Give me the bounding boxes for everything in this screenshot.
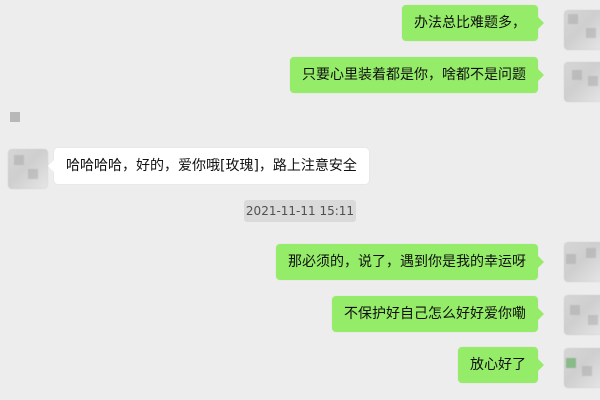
timestamp: 2021-11-11 15:11 xyxy=(244,200,356,222)
avatar[interactable] xyxy=(564,10,600,50)
avatar[interactable] xyxy=(564,62,600,102)
avatar[interactable] xyxy=(8,149,48,189)
message-text: 只要心里装着都是你，啥都不是问题 xyxy=(302,67,526,83)
message-bubble-outgoing: 只要心里装着都是你，啥都不是问题 xyxy=(290,57,544,93)
message-row-outgoing: 那必须的，说了，遇到你是我的幸运呀 xyxy=(276,244,544,280)
avatar-fragment xyxy=(10,112,20,122)
message-row-incoming: 哈哈哈哈，好的，爱你哦[玫瑰]，路上注意安全 xyxy=(48,148,369,184)
message-bubble-outgoing: 办法总比难题多， xyxy=(402,5,544,41)
message-row-outgoing: 办法总比难题多， xyxy=(402,5,544,41)
message-text: 办法总比难题多， xyxy=(414,15,526,31)
avatar[interactable] xyxy=(564,348,600,388)
avatar[interactable] xyxy=(564,295,600,335)
chat-window: 办法总比难题多， 只要心里装着都是你，啥都不是问题 哈哈哈哈，好的，爱你哦[玫瑰… xyxy=(0,0,600,400)
message-row-outgoing: 放心好了 xyxy=(458,347,544,383)
message-bubble-incoming: 哈哈哈哈，好的，爱你哦[玫瑰]，路上注意安全 xyxy=(48,148,369,184)
timestamp-text: 2021-11-11 15:11 xyxy=(245,204,355,218)
avatar[interactable] xyxy=(564,242,600,282)
message-text: 那必须的，说了，遇到你是我的幸运呀 xyxy=(288,254,526,270)
message-row-outgoing: 不保护好自己怎么好好爱你嘞 xyxy=(332,296,544,332)
message-row-outgoing: 只要心里装着都是你，啥都不是问题 xyxy=(290,57,544,93)
message-text: 哈哈哈哈，好的，爱你哦[玫瑰]，路上注意安全 xyxy=(66,158,357,174)
message-text: 放心好了 xyxy=(470,357,526,373)
message-bubble-outgoing: 放心好了 xyxy=(458,347,544,383)
message-bubble-outgoing: 不保护好自己怎么好好爱你嘞 xyxy=(332,296,544,332)
message-text: 不保护好自己怎么好好爱你嘞 xyxy=(344,306,526,322)
message-bubble-outgoing: 那必须的，说了，遇到你是我的幸运呀 xyxy=(276,244,544,280)
